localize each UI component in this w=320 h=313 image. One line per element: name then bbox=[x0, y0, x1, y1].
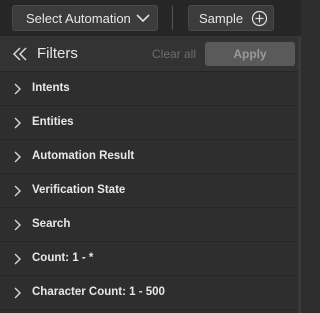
sample-label: Sample bbox=[199, 10, 244, 26]
filter-label: Count: 1 - * bbox=[32, 252, 94, 264]
filter-row-automation-result[interactable]: Automation Result bbox=[0, 140, 298, 174]
chevron-right-icon bbox=[14, 219, 21, 231]
apply-label: Apply bbox=[233, 47, 267, 61]
chevron-down-icon bbox=[136, 14, 150, 23]
select-automation-label: Select Automation bbox=[26, 10, 131, 26]
toolbar: Select Automation Sample bbox=[0, 0, 301, 36]
scrollbar[interactable] bbox=[298, 36, 301, 313]
filter-row-count[interactable]: Count: 1 - * bbox=[0, 242, 298, 276]
filters-title: Filters bbox=[37, 45, 78, 62]
filters-header: Filters Clear all Apply bbox=[0, 36, 298, 72]
chevron-right-icon bbox=[14, 185, 21, 197]
filter-row-character-count[interactable]: Character Count: 1 - 500 bbox=[0, 276, 298, 310]
filter-label: Search bbox=[32, 218, 71, 230]
filter-row-entities[interactable]: Entities bbox=[0, 106, 298, 140]
chevron-right-icon bbox=[14, 287, 21, 299]
chevron-right-icon bbox=[14, 83, 21, 95]
filter-row-verification-state[interactable]: Verification State bbox=[0, 174, 298, 208]
filter-label: Character Count: 1 - 500 bbox=[32, 286, 165, 298]
collapse-panel-icon[interactable] bbox=[12, 47, 28, 61]
chevron-right-icon bbox=[14, 117, 21, 129]
apply-button[interactable]: Apply bbox=[205, 42, 295, 66]
add-circle-icon bbox=[251, 10, 268, 27]
clear-all-link[interactable]: Clear all bbox=[152, 47, 196, 61]
sample-button[interactable]: Sample bbox=[188, 5, 274, 31]
select-automation-dropdown[interactable]: Select Automation bbox=[12, 5, 158, 31]
chevron-right-icon bbox=[14, 151, 21, 163]
filter-list: Intents Entities Automation Result Verif… bbox=[0, 72, 298, 310]
filter-label: Intents bbox=[32, 82, 70, 94]
filter-label: Entities bbox=[32, 116, 74, 128]
filter-row-search[interactable]: Search bbox=[0, 208, 298, 242]
filter-label: Verification State bbox=[32, 184, 126, 196]
filter-label: Automation Result bbox=[32, 150, 135, 162]
chevron-right-icon bbox=[14, 253, 21, 265]
filter-row-intents[interactable]: Intents bbox=[0, 72, 298, 106]
toolbar-divider bbox=[172, 6, 173, 30]
